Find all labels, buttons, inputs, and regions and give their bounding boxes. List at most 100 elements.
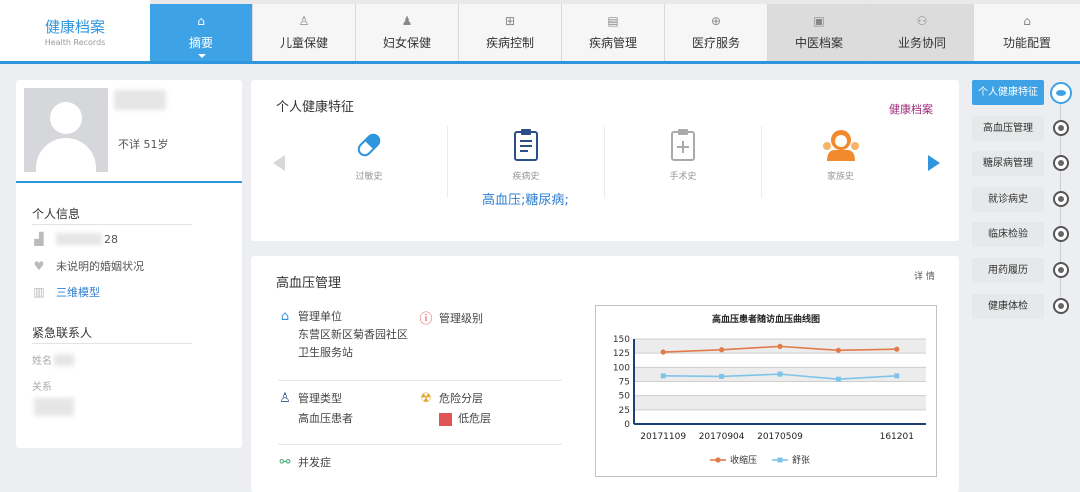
- app-logo[interactable]: 健康档案 Health Records: [0, 0, 150, 61]
- logo-subtitle: Health Records: [44, 38, 106, 47]
- eye-icon[interactable]: [1050, 82, 1072, 104]
- profile-card: 不详 51岁 个人信息 ▟ 28 ♥ 未说明的婚姻状况 ▥ 三维模型 紧急联系人…: [16, 80, 242, 448]
- bp-chart-svg: 高血压患者随访血压曲线图 0 25 50 75 100 125 150 20171109 2017…: [613, 313, 926, 466]
- nav-dot-icon[interactable]: [1053, 226, 1069, 242]
- chart-title: 高血压患者随访血压曲线图: [712, 313, 820, 325]
- nav-dot-icon[interactable]: [1053, 120, 1069, 136]
- clipboard-icon: [448, 128, 604, 162]
- woman-icon: ♟: [401, 14, 413, 28]
- feature-allergy[interactable]: 过敏史: [291, 126, 448, 198]
- redacted-birthdate: [56, 233, 102, 245]
- nav-tab-label: 业务协同: [897, 36, 946, 50]
- hazard-icon: ☢: [420, 390, 432, 406]
- marital-status: 未说明的婚姻状况: [56, 260, 144, 273]
- nav-tab-disease-management[interactable]: ▤ 疾病管理: [562, 4, 665, 61]
- health-features-title: 个人健康特征: [276, 100, 355, 115]
- clipboard-icon: ▤: [607, 14, 619, 28]
- hypertension-title: 高血压管理: [276, 276, 342, 291]
- plus-circle-icon: ⊕: [710, 14, 722, 28]
- feature-family-history[interactable]: 家族史: [762, 126, 919, 198]
- risk-color-swatch: [439, 412, 452, 426]
- avatar: [24, 88, 108, 172]
- right-section-nav: 个人健康特征 高血压管理 糖尿病管理 就诊病史 临床检验 用药履历 健康体检: [967, 80, 1080, 340]
- management-level: ⓘ 管理级别: [419, 308, 483, 328]
- rnav-clinical-tests[interactable]: 临床检验: [972, 222, 1044, 247]
- rnav-physical-exam[interactable]: 健康体检: [972, 294, 1044, 319]
- management-unit-value-line2: 卫生服务站: [298, 346, 353, 359]
- legend-marker: [715, 457, 721, 463]
- nav-tab-label: 疾病控制: [485, 36, 534, 50]
- nav-dot-icon[interactable]: [1053, 262, 1069, 278]
- legend-marker: [777, 457, 783, 463]
- rnav-medication-history[interactable]: 用药履历: [972, 258, 1044, 283]
- feature-surgery-history[interactable]: 手术史: [605, 126, 762, 198]
- feature-label: 过敏史: [355, 172, 383, 182]
- link-icon: ⚯: [279, 454, 291, 470]
- top-navigation-bar: 健康档案 Health Records ⌂ 摘要 ♙ 儿童保健 ♟ 妇女保健 ⊞…: [0, 0, 1080, 64]
- nav-tab-medical-service[interactable]: ⊕ 医疗服务: [665, 4, 768, 61]
- nav-tab-label: 中医档案: [794, 36, 843, 50]
- clipboard-plus-icon: [605, 128, 761, 162]
- data-point: [660, 349, 666, 355]
- nav-tab-label: 疾病管理: [588, 36, 637, 50]
- emergency-contact-title: 紧急联系人: [32, 326, 93, 340]
- detail-link[interactable]: 详 情: [914, 269, 935, 282]
- nav-tab-disease-control[interactable]: ⊞ 疾病控制: [459, 4, 562, 61]
- data-point: [777, 371, 783, 377]
- data-point: [777, 343, 783, 349]
- data-point: [719, 347, 725, 353]
- legend-label: 收缩压: [730, 454, 757, 466]
- rnav-diabetes[interactable]: 糖尿病管理: [972, 151, 1044, 176]
- nav-tab-tcm-records[interactable]: ▣ 中医档案: [768, 4, 871, 61]
- nav-tab-label: 妇女保健: [382, 36, 431, 50]
- gender-age: 不详 51岁: [118, 138, 169, 151]
- nav-dot-icon[interactable]: [1053, 155, 1069, 171]
- rnav-hypertension[interactable]: 高血压管理: [972, 116, 1044, 141]
- medkit-icon: ⊞: [504, 14, 516, 28]
- nav-dot-icon[interactable]: [1053, 298, 1069, 314]
- 3d-model-link[interactable]: 三维模型: [56, 284, 100, 300]
- avatar-head-shape: [50, 102, 82, 134]
- health-features-card: 个人健康特征 健康档案 过敏史 疾病史 手术史 家族史 高血压;糖尿病;: [251, 80, 959, 241]
- nav-tab-label: 摘要: [188, 36, 213, 50]
- legend-label: 舒张: [792, 454, 810, 466]
- book-icon: ▣: [813, 14, 825, 28]
- section-divider: [32, 224, 192, 225]
- nav-tab-child-care[interactable]: ♙ 儿童保健: [253, 4, 356, 61]
- user-icon: ♙: [279, 390, 291, 406]
- contact-name-row: 姓名: [32, 352, 74, 367]
- model-row[interactable]: ▥ 三维模型: [32, 284, 100, 300]
- heart-icon: ♥: [33, 259, 45, 273]
- bp-chart: 高血压患者随访血压曲线图 0 25 50 75 100 125 150 20171109 2017…: [595, 305, 937, 477]
- feature-disease-history[interactable]: 疾病史: [448, 126, 605, 198]
- nav-tab-label: 功能配置: [1002, 36, 1051, 50]
- alert-circle-icon: ⓘ: [419, 312, 433, 327]
- nav-dot-icon[interactable]: [1053, 191, 1069, 207]
- users-icon: ⚇: [916, 14, 928, 28]
- x-tick-label: 20170509: [757, 432, 803, 442]
- nav-tab-women-care[interactable]: ♟ 妇女保健: [356, 4, 459, 61]
- management-type-label: 管理类型: [298, 392, 342, 405]
- home-icon: ⌂: [280, 308, 290, 324]
- nav-tab-summary[interactable]: ⌂ 摘要: [150, 4, 253, 61]
- data-point: [719, 373, 725, 379]
- x-tick-label: 20170904: [699, 432, 745, 442]
- grid-band: [634, 395, 926, 410]
- carousel-prev-arrow[interactable]: [273, 155, 285, 171]
- rnav-health-features[interactable]: 个人健康特征: [972, 80, 1044, 105]
- personal-info-title: 个人信息: [32, 207, 81, 221]
- active-caret-icon: [198, 54, 206, 58]
- risk-level-value: 低危层: [458, 412, 491, 425]
- profile-divider: [16, 181, 242, 183]
- rnav-visit-history[interactable]: 就诊病史: [972, 187, 1044, 212]
- nav-tab-function-config[interactable]: ⌂ 功能配置: [974, 4, 1080, 61]
- y-tick-label: 0: [624, 420, 630, 430]
- contact-relation-label: 关系: [32, 382, 52, 393]
- feature-label: 手术史: [669, 172, 697, 182]
- carousel-next-arrow[interactable]: [928, 155, 940, 171]
- feature-label: 家族史: [826, 172, 854, 182]
- health-archive-link[interactable]: 健康档案: [889, 101, 933, 117]
- nav-tab-label: 儿童保健: [279, 36, 328, 50]
- y-tick-label: 100: [613, 363, 630, 373]
- nav-tab-business-collab[interactable]: ⚇ 业务协同: [871, 4, 974, 61]
